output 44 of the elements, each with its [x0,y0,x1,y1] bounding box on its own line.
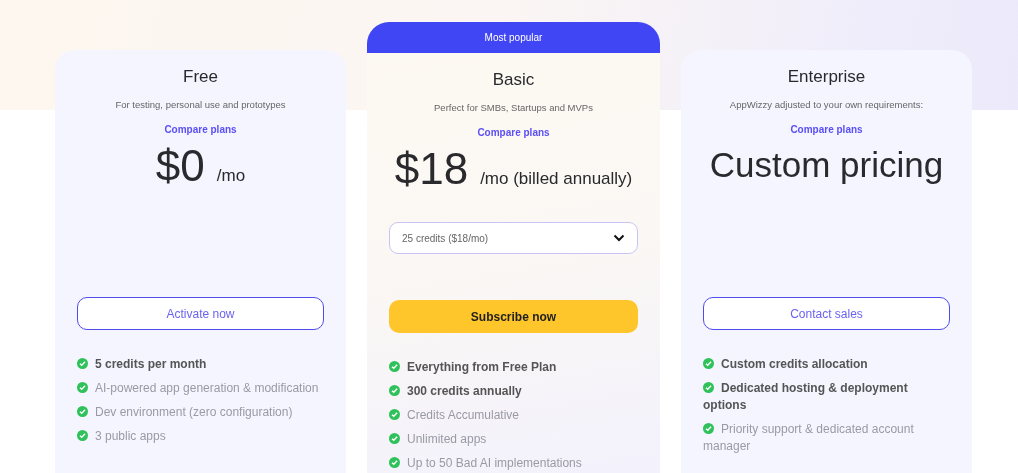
check-icon [703,423,714,434]
feature-item: Priority support & dedicated account manager [703,421,915,455]
action-button[interactable]: Activate now [77,297,324,330]
check-icon [703,358,714,369]
feature-item: Up to 50 Bad AI implementations [389,455,633,472]
check-icon [77,382,88,393]
credits-dropdown[interactable]: 25 credits ($18/mo) [389,222,638,254]
feature-item: Custom credits allocation [703,356,945,373]
check-icon [389,433,400,444]
custom-pricing: Custom pricing [709,145,944,185]
plan-description: Perfect for SMBs, Startups and MVPs [434,102,593,113]
subscribe-button[interactable]: Subscribe now [389,300,638,333]
plan-description: AppWizzy adjusted to your own requirements: [729,99,924,110]
check-icon [77,430,88,441]
feature-item: Dev environment (zero configuration) [77,404,319,421]
check-icon [389,409,400,420]
popular-banner: Most popular [367,22,660,53]
feature-item: 3 public apps [77,428,319,445]
check-icon [389,361,400,372]
feature-item: Unlimited apps [389,431,633,448]
price-amount: $0 [155,141,205,191]
feature-item: AI-powered app generation & modification [77,380,319,397]
check-icon [77,358,88,369]
plan-title: Enterprise [787,67,866,87]
compare-plans-link[interactable]: Compare plans [164,124,237,135]
price-period: /mo [216,166,246,186]
check-icon [703,382,714,393]
plan-description: For testing, personal use and prototypes [115,99,286,110]
check-icon [77,406,88,417]
price-amount: $18 [394,144,469,194]
feature-item: Credits Accumulative [389,407,633,424]
compare-plans-link[interactable]: Compare plans [790,124,863,135]
action-button[interactable]: Contact sales [703,297,950,330]
feature-item: Dedicated hosting & deployment options [703,380,909,414]
check-icon [389,457,400,468]
feature-item: 5 credits per month [77,356,319,373]
plan-title: Basic [492,70,535,90]
check-icon [389,385,400,396]
feature-item: Everything from Free Plan [389,359,633,376]
feature-item: 300 credits annually [389,383,633,400]
plan-title: Free [183,67,218,87]
compare-plans-link[interactable]: Compare plans [477,127,550,138]
price-period: /mo (billed annually) [480,169,633,189]
chevron-down-icon [613,234,625,242]
